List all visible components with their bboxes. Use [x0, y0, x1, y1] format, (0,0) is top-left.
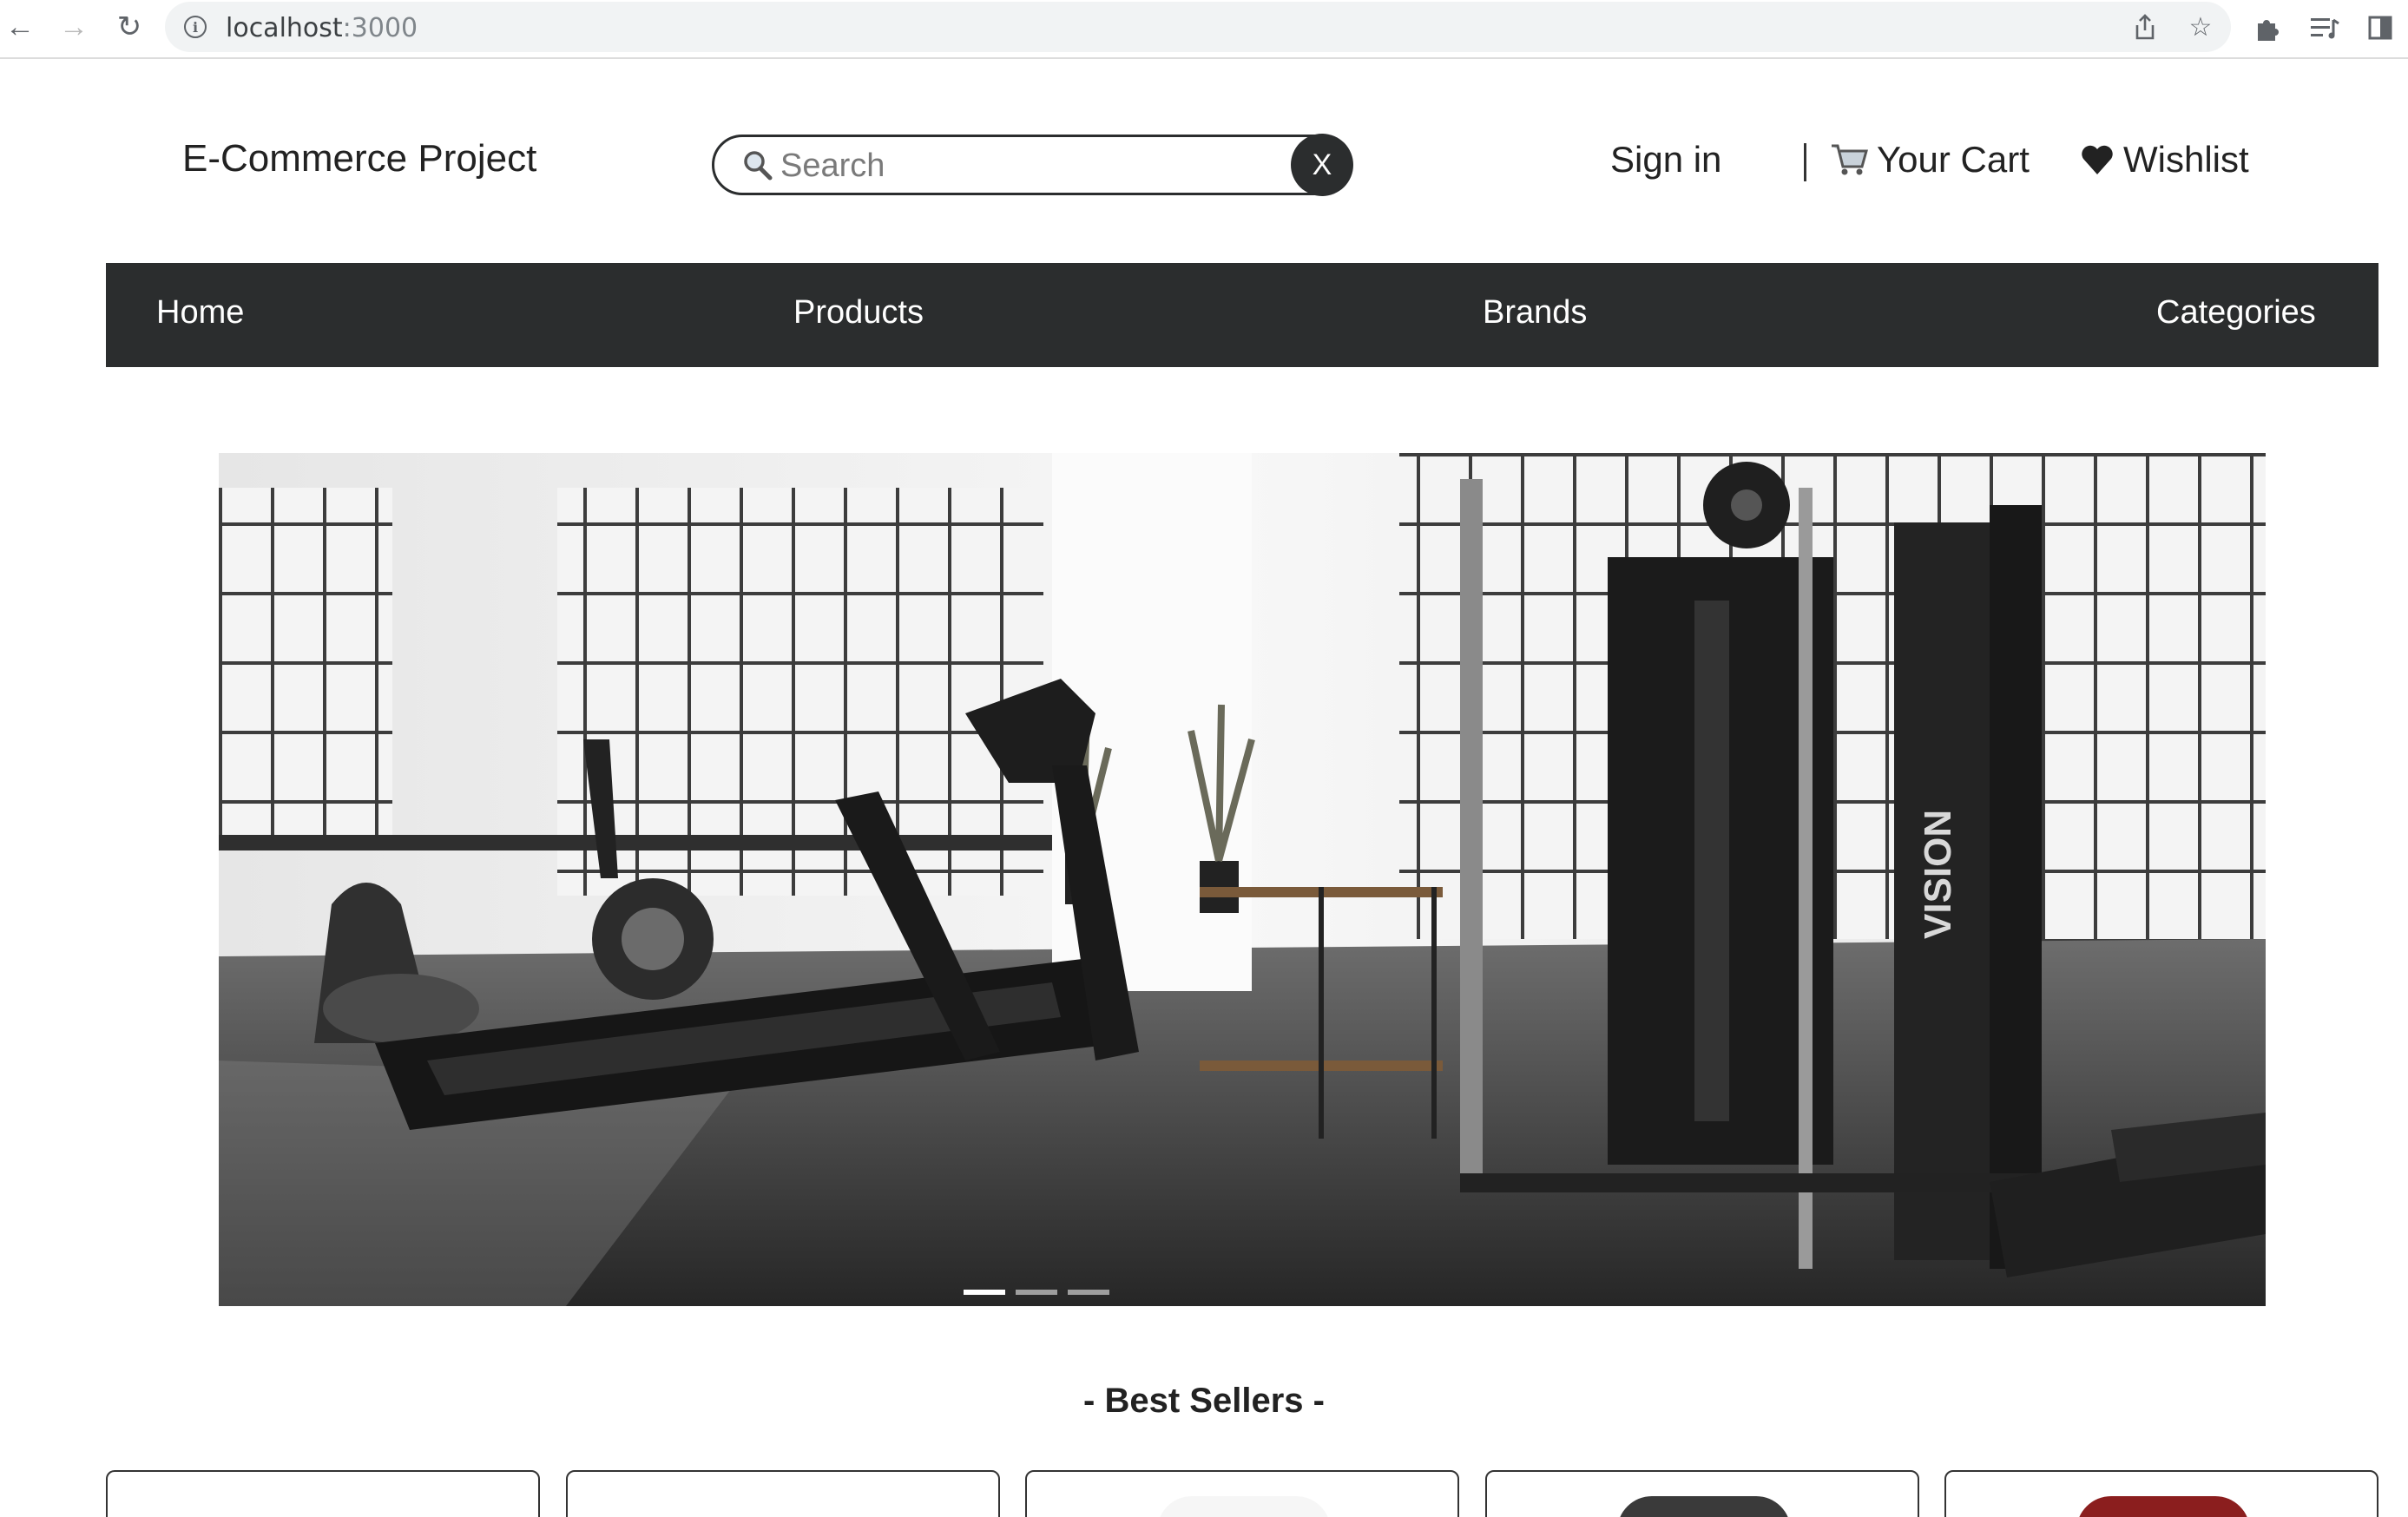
- product-thumbnail: [2076, 1496, 2250, 1517]
- reading-list-icon[interactable]: [2306, 9, 2344, 47]
- main-nav: Home Products Brands Categories: [106, 263, 2378, 367]
- sign-in-link[interactable]: Sign in: [1610, 139, 1721, 181]
- hero-carousel[interactable]: VISION: [219, 453, 2266, 1306]
- url-port: :3000: [342, 13, 418, 43]
- search-bar: X: [712, 134, 1353, 196]
- best-sellers-title: - Best Sellers -: [1083, 1382, 1325, 1420]
- product-card[interactable]: [566, 1470, 1000, 1517]
- nav-categories[interactable]: Categories: [2156, 294, 2316, 332]
- search-clear-button[interactable]: X: [1291, 134, 1353, 196]
- carousel-dot-1[interactable]: [964, 1290, 1005, 1295]
- search-icon: [744, 151, 773, 181]
- product-card[interactable]: [1485, 1470, 1919, 1517]
- wishlist-label: Wishlist: [2123, 139, 2249, 180]
- forward-arrow-icon[interactable]: →: [54, 7, 94, 47]
- cart-label: Your Cart: [1877, 139, 2030, 180]
- product-thumbnail: [1617, 1496, 1791, 1517]
- wishlist-link[interactable]: Wishlist: [2080, 139, 2249, 181]
- hero-image: VISION: [219, 453, 2266, 1306]
- carousel-indicators: [964, 1290, 1109, 1295]
- search-input[interactable]: [780, 146, 1267, 186]
- info-icon[interactable]: i: [184, 16, 207, 38]
- product-card[interactable]: [1944, 1470, 2378, 1517]
- product-thumbnail: [1157, 1496, 1331, 1517]
- site-logo[interactable]: E-Commerce Project: [182, 137, 536, 181]
- hero-brand-mark: VISION: [1917, 810, 1959, 939]
- extensions-puzzle-icon[interactable]: [2248, 9, 2286, 47]
- side-panel-icon[interactable]: [2361, 9, 2399, 47]
- url-text[interactable]: localhost:3000: [226, 13, 418, 43]
- product-card[interactable]: [106, 1470, 540, 1517]
- url-host: localhost: [226, 13, 343, 43]
- cart-icon: [1832, 144, 1868, 175]
- heart-icon: [2082, 145, 2113, 174]
- reload-icon[interactable]: ↻: [109, 7, 149, 47]
- share-icon[interactable]: [2128, 10, 2161, 43]
- carousel-dot-2[interactable]: [1016, 1290, 1057, 1295]
- nav-products[interactable]: Products: [793, 294, 924, 332]
- nav-brands[interactable]: Brands: [1483, 294, 1587, 332]
- nav-home[interactable]: Home: [156, 294, 244, 332]
- sign-in-label: Sign in: [1610, 139, 1722, 180]
- bookmark-star-icon[interactable]: ☆: [2184, 10, 2217, 43]
- product-card[interactable]: [1025, 1470, 1459, 1517]
- header-divider: [1804, 143, 1806, 181]
- browser-toolbar: ← → ↻ i localhost:3000 ☆: [0, 0, 2408, 59]
- address-bar[interactable]: i localhost:3000 ☆: [165, 2, 2231, 52]
- back-arrow-icon[interactable]: ←: [0, 7, 40, 47]
- carousel-dot-3[interactable]: [1068, 1290, 1109, 1295]
- cart-link[interactable]: Your Cart: [1830, 139, 2030, 181]
- product-thumbnail: [698, 1496, 872, 1517]
- product-thumbnail: [238, 1496, 411, 1517]
